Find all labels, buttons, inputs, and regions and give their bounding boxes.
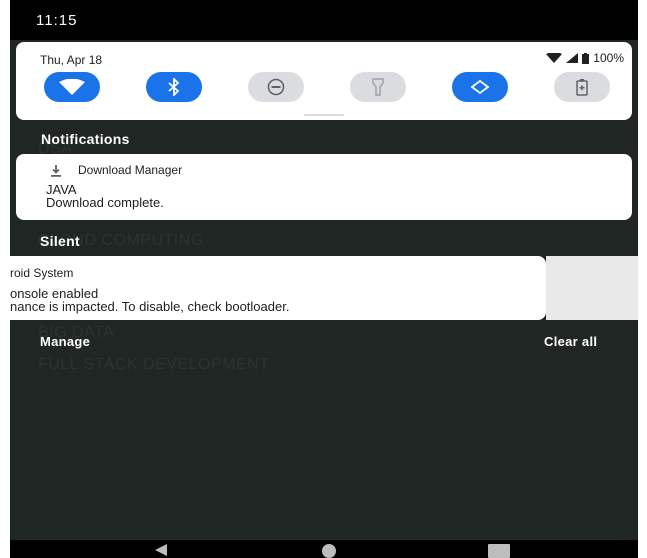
qs-drag-handle[interactable] [304,114,344,116]
bluetooth-tile[interactable] [146,72,202,102]
flashlight-tile[interactable] [350,72,406,102]
notification-text: nance is impacted. To disable, check boo… [10,299,290,314]
home-icon[interactable] [322,544,336,558]
do-not-disturb-tile[interactable] [248,72,304,102]
flashlight-icon [372,78,384,96]
back-icon[interactable] [155,544,167,556]
status-bar: 11:15 [10,0,638,40]
battery-saver-tile[interactable] [554,72,610,102]
status-time: 11:15 [36,12,78,29]
do-not-disturb-icon [267,78,285,96]
notifications-header: Notifications [41,131,130,147]
wifi-signal-icon [546,53,563,63]
wifi-icon [59,79,85,95]
manage-button[interactable]: Manage [40,334,90,349]
recents-icon[interactable] [488,544,510,558]
notification-app-name: Download Manager [78,163,183,177]
notification-app-name: roid System [10,266,74,280]
notification-download-manager[interactable]: Download Manager JAVA Download complete. [16,154,632,220]
phone-screen: DSA CLOUD COMPUTING BIG DATA FULL STACK … [10,0,638,558]
battery-percent: 100% [593,51,624,65]
battery-saver-icon [576,79,588,96]
navigation-bar [10,540,638,558]
auto-rotate-icon [470,79,490,95]
wifi-tile[interactable] [44,72,100,102]
silent-header: Silent [40,233,80,249]
cell-signal-icon [566,53,579,63]
bluetooth-icon [168,78,180,96]
notification-android-system[interactable]: roid System onsole enabled nance is impa… [10,256,546,320]
swipe-background [546,256,638,320]
auto-rotate-tile[interactable] [452,72,508,102]
qs-date[interactable]: Thu, Apr 18 [40,53,102,67]
clear-all-button[interactable]: Clear all [544,334,597,349]
quick-settings-panel: Thu, Apr 18 100% [16,42,632,120]
battery-icon [582,52,590,64]
notification-text: Download complete. [46,195,164,210]
qs-status-icons: 100% [546,51,624,65]
background-item-full-stack: FULL STACK DEVELOPMENT [38,356,270,373]
download-icon [51,165,61,177]
